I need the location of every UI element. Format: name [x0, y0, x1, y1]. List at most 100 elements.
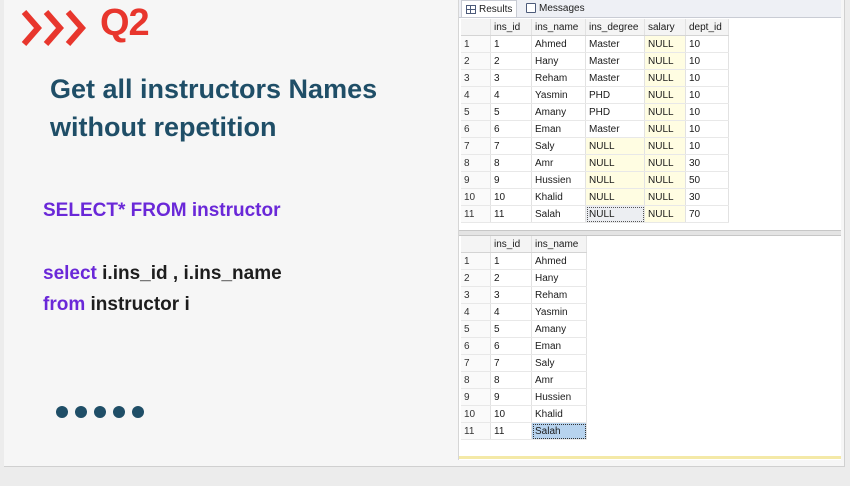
cell-ins-id[interactable]: 2 — [490, 52, 532, 70]
cell-salary[interactable]: NULL — [644, 188, 686, 206]
cell-ins-id[interactable]: 10 — [490, 188, 532, 206]
table-row[interactable]: 4 4 Yasmin — [461, 303, 587, 321]
table-row[interactable]: 3 3 Reham — [461, 286, 587, 304]
cell-salary[interactable]: NULL — [644, 69, 686, 87]
cell-ins-degree[interactable]: Master — [585, 52, 645, 70]
cell-ins-degree[interactable]: NULL — [585, 205, 645, 223]
column-header-dept-id[interactable]: dept_id — [685, 19, 729, 36]
cell-ins-id[interactable]: 7 — [490, 354, 532, 372]
table-row[interactable]: 9 9 Hussien NULL NULL 50 — [461, 171, 729, 189]
cell-ins-degree[interactable]: NULL — [585, 171, 645, 189]
column-header-ins-name[interactable]: ins_name — [531, 19, 586, 36]
cell-ins-id[interactable]: 3 — [490, 286, 532, 304]
cell-ins-name[interactable]: Reham — [531, 286, 587, 304]
table-row[interactable]: 10 10 Khalid NULL NULL 30 — [461, 188, 729, 206]
cell-salary[interactable]: NULL — [644, 205, 686, 223]
table-row[interactable]: 1 1 Ahmed Master NULL 10 — [461, 35, 729, 53]
cell-ins-name[interactable]: Saly — [531, 137, 586, 155]
cell-dept-id[interactable]: 10 — [685, 103, 729, 121]
cell-ins-id[interactable]: 11 — [490, 422, 532, 440]
cell-ins-degree[interactable]: Master — [585, 69, 645, 87]
cell-salary[interactable]: NULL — [644, 103, 686, 121]
cell-dept-id[interactable]: 10 — [685, 120, 729, 138]
row-number-cell[interactable]: 9 — [461, 388, 491, 406]
cell-ins-id[interactable]: 9 — [490, 171, 532, 189]
row-number-cell[interactable]: 10 — [461, 188, 491, 206]
cell-ins-degree[interactable]: Master — [585, 35, 645, 53]
cell-ins-id[interactable]: 7 — [490, 137, 532, 155]
table-row[interactable]: 11 11 Salah NULL NULL 70 — [461, 205, 729, 223]
row-number-cell[interactable]: 6 — [461, 120, 491, 138]
cell-dept-id[interactable]: 10 — [685, 69, 729, 87]
cell-ins-name[interactable]: Saly — [531, 354, 587, 372]
tab-messages[interactable]: Messages — [522, 0, 589, 16]
cell-ins-id[interactable]: 4 — [490, 303, 532, 321]
table-row[interactable]: 11 11 Salah — [461, 422, 587, 440]
cell-ins-name[interactable]: Salah — [531, 422, 587, 440]
row-number-cell[interactable]: 5 — [461, 320, 491, 338]
cell-dept-id[interactable]: 10 — [685, 137, 729, 155]
cell-ins-id[interactable]: 2 — [490, 269, 532, 287]
table-row[interactable]: 9 9 Hussien — [461, 388, 587, 406]
table-row[interactable]: 7 7 Saly NULL NULL 10 — [461, 137, 729, 155]
cell-ins-name[interactable]: Amany — [531, 320, 587, 338]
row-number-header[interactable] — [461, 19, 491, 36]
table-row[interactable]: 8 8 Amr — [461, 371, 587, 389]
row-number-cell[interactable]: 10 — [461, 405, 491, 423]
row-number-cell[interactable]: 9 — [461, 171, 491, 189]
cell-ins-name[interactable]: Amany — [531, 103, 586, 121]
cell-ins-id[interactable]: 3 — [490, 69, 532, 87]
cell-ins-name[interactable]: Amr — [531, 371, 587, 389]
cell-ins-name[interactable]: Ahmed — [531, 252, 587, 270]
tab-results[interactable]: Results — [461, 0, 518, 17]
cell-ins-name[interactable]: Ahmed — [531, 35, 586, 53]
cell-ins-name[interactable]: Khalid — [531, 405, 587, 423]
cell-ins-degree[interactable]: PHD — [585, 103, 645, 121]
cell-ins-id[interactable]: 8 — [490, 371, 532, 389]
cell-salary[interactable]: NULL — [644, 154, 686, 172]
cell-ins-name[interactable]: Hany — [531, 52, 586, 70]
cell-dept-id[interactable]: 50 — [685, 171, 729, 189]
table-row[interactable]: 3 3 Reham Master NULL 10 — [461, 69, 729, 87]
column-header-salary[interactable]: salary — [644, 19, 686, 36]
cell-ins-name[interactable]: Hussien — [531, 388, 587, 406]
row-number-cell[interactable]: 5 — [461, 103, 491, 121]
cell-salary[interactable]: NULL — [644, 52, 686, 70]
table-row[interactable]: 8 8 Amr NULL NULL 30 — [461, 154, 729, 172]
table-row[interactable]: 5 5 Amany PHD NULL 10 — [461, 103, 729, 121]
cell-dept-id[interactable]: 30 — [685, 188, 729, 206]
cell-salary[interactable]: NULL — [644, 137, 686, 155]
cell-ins-degree[interactable]: NULL — [585, 137, 645, 155]
column-header-ins-name[interactable]: ins_name — [531, 236, 587, 253]
table-row[interactable]: 2 2 Hany Master NULL 10 — [461, 52, 729, 70]
results-grid-all-columns[interactable]: ins_id ins_name ins_degree salary dept_id 1 1 A… — [461, 19, 729, 223]
cell-dept-id[interactable]: 30 — [685, 154, 729, 172]
table-row[interactable]: 4 4 Yasmin PHD NULL 10 — [461, 86, 729, 104]
cell-salary[interactable]: NULL — [644, 120, 686, 138]
cell-ins-degree[interactable]: PHD — [585, 86, 645, 104]
column-header-ins-id[interactable]: ins_id — [490, 236, 532, 253]
cell-ins-name[interactable]: Salah — [531, 205, 586, 223]
cell-ins-id[interactable]: 8 — [490, 154, 532, 172]
results-grid-names[interactable]: ins_id ins_name 1 1 Ahmed 2 2 Hany 3 3 Reham 4 4 Yasm… — [461, 236, 587, 440]
cell-ins-name[interactable]: Eman — [531, 337, 587, 355]
cell-ins-id[interactable]: 1 — [490, 252, 532, 270]
row-number-cell[interactable]: 2 — [461, 52, 491, 70]
cell-salary[interactable]: NULL — [644, 35, 686, 53]
cell-salary[interactable]: NULL — [644, 171, 686, 189]
table-row[interactable]: 10 10 Khalid — [461, 405, 587, 423]
cell-salary[interactable]: NULL — [644, 86, 686, 104]
row-number-cell[interactable]: 1 — [461, 35, 491, 53]
cell-ins-name[interactable]: Khalid — [531, 188, 586, 206]
row-number-cell[interactable]: 7 — [461, 137, 491, 155]
cell-dept-id[interactable]: 10 — [685, 86, 729, 104]
cell-ins-name[interactable]: Amr — [531, 154, 586, 172]
row-number-cell[interactable]: 3 — [461, 69, 491, 87]
cell-ins-degree[interactable]: NULL — [585, 188, 645, 206]
row-number-cell[interactable]: 7 — [461, 354, 491, 372]
cell-ins-id[interactable]: 9 — [490, 388, 532, 406]
column-header-ins-id[interactable]: ins_id — [490, 19, 532, 36]
cell-ins-id[interactable]: 1 — [490, 35, 532, 53]
table-row[interactable]: 5 5 Amany — [461, 320, 587, 338]
cell-ins-id[interactable]: 5 — [490, 103, 532, 121]
